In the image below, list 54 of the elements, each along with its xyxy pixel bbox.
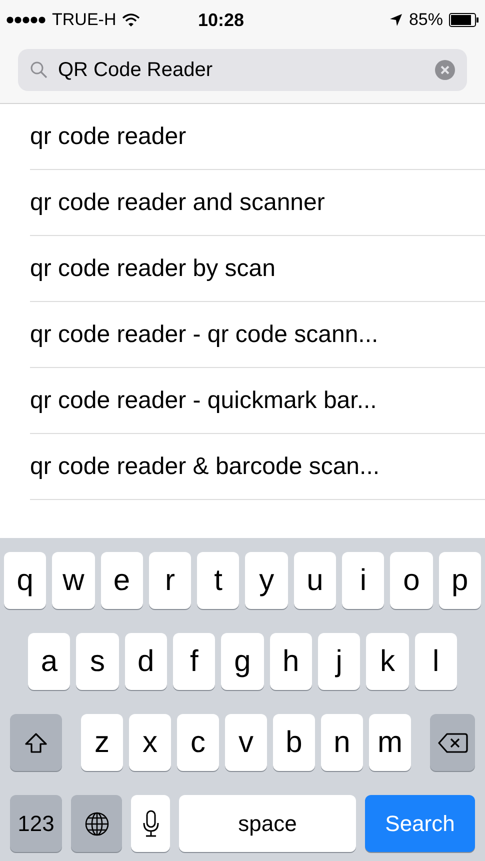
keyboard-key[interactable]: k [366,633,409,690]
keyboard-key[interactable]: w [52,552,95,609]
suggestion-item[interactable]: qr code reader & barcode scan... [30,448,380,484]
keyboard-key[interactable]: g [221,633,264,690]
keyboard-key[interactable]: h [270,633,312,690]
signal-icon [6,16,46,24]
keyboard-key[interactable]: y [245,552,288,609]
keyboard-key[interactable]: p [438,552,481,609]
search-field[interactable]: QR Code Reader [18,49,467,91]
keyboard-key[interactable]: i [342,552,384,609]
globe-key[interactable] [71,795,122,852]
keyboard-key[interactable]: s [76,633,119,690]
search-key[interactable]: Search [365,795,475,852]
carrier-name: TRUE-H [52,9,116,32]
keyboard-key[interactable]: q [4,552,46,609]
keyboard-key[interactable]: j [318,633,360,690]
globe-icon [84,810,110,836]
keyboard-key[interactable]: o [390,552,433,609]
keyboard-key[interactable]: d [124,633,167,690]
suggestion-item[interactable]: qr code reader [30,118,186,154]
keyboard-key[interactable]: m [369,714,411,771]
keyboard-key[interactable]: n [321,714,363,771]
search-input[interactable]: QR Code Reader [58,55,425,85]
suggestion-item[interactable]: qr code reader and scanner [30,184,325,220]
wifi-icon [122,13,140,27]
keyboard-key[interactable]: t [197,552,240,609]
microphone-key[interactable] [131,795,170,852]
suggestion-item[interactable]: qr code reader by scan [30,250,276,286]
keyboard-key[interactable]: z [81,714,123,771]
keyboard-key[interactable]: r [148,552,192,609]
suggestion-item[interactable]: qr code reader - quickmark bar... [30,382,377,418]
search-icon [30,61,48,79]
battery-percent: 85% [408,9,443,32]
keyboard-key[interactable]: a [28,633,70,690]
shift-arrow-icon [24,730,48,754]
keyboard-key[interactable]: v [225,714,267,771]
delete-key[interactable] [430,714,475,771]
keyboard-key[interactable]: x [129,714,171,771]
location-arrow-icon [388,13,403,27]
battery-icon [449,13,479,27]
keyboard-key[interactable]: l [414,633,457,690]
clear-icon[interactable] [435,60,455,80]
microphone-icon [142,810,158,838]
keyboard-key[interactable]: f [172,633,216,690]
keyboard-key[interactable]: e [100,552,143,609]
suggestion-item[interactable]: qr code reader - qr code scann... [30,316,378,352]
numbers-key[interactable]: 123 [10,795,62,852]
keyboard-key[interactable]: c [177,714,219,771]
keyboard-key[interactable]: b [273,714,315,771]
clock-time: 10:28 [198,8,244,32]
backspace-icon [438,732,468,754]
shift-key[interactable] [10,714,62,771]
space-key[interactable]: space [179,795,356,852]
keyboard-key[interactable]: u [294,552,336,609]
